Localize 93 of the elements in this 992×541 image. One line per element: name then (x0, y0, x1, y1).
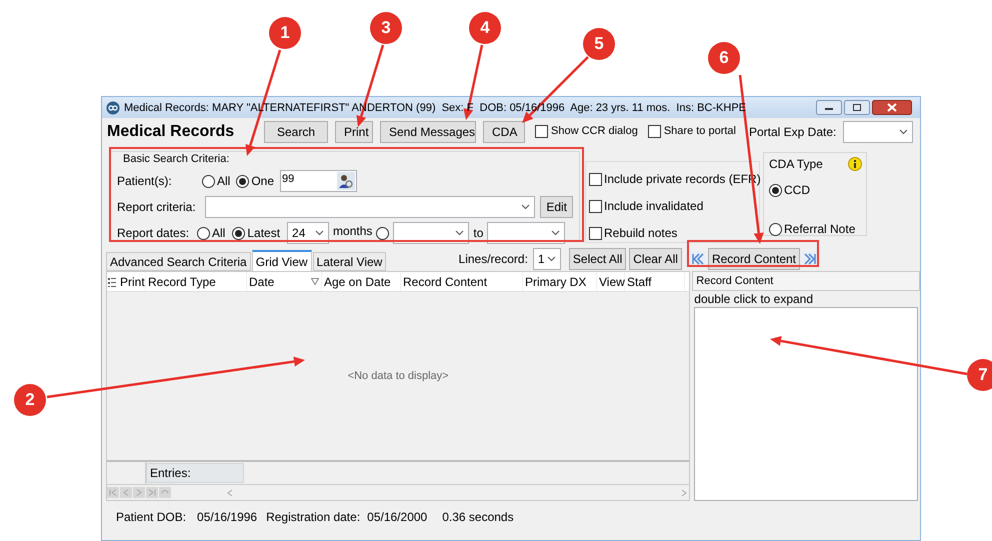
status-text: Registration date: (266, 509, 360, 525)
radio-label: Referral Note (784, 221, 856, 238)
hint-text: double click to expand (693, 291, 814, 307)
field-label: Portal Exp Date: (748, 124, 836, 140)
callout-number: 7 (967, 359, 992, 391)
radio-button[interactable] (202, 174, 215, 188)
column-header[interactable]: Date (247, 272, 322, 291)
refresh-icon (159, 487, 171, 498)
radio-label: All (212, 225, 226, 242)
checkbox[interactable] (589, 200, 602, 212)
chevron-down-icon (546, 256, 556, 262)
close-icon (872, 100, 912, 115)
group-title: Basic Search Criteria: (122, 153, 230, 166)
radio-button[interactable] (197, 226, 210, 240)
button[interactable]: CDA (483, 120, 525, 142)
column-header[interactable]: View (597, 272, 625, 291)
empty-message: <No data to display> (348, 368, 449, 384)
field-label: Patient(s): (117, 173, 173, 190)
first-page-icon (107, 487, 119, 498)
chevron-down-icon (455, 230, 464, 236)
tab[interactable]: Advanced Search Criteria (106, 252, 251, 271)
scroll-right-icon (681, 488, 688, 496)
callout-number: 2 (14, 384, 46, 416)
radio-button[interactable] (232, 226, 246, 240)
radio-button[interactable] (769, 222, 782, 236)
column-header[interactable]: Record Type (146, 272, 247, 291)
minimize-icon (816, 100, 842, 115)
app-logo-icon (106, 100, 120, 114)
tab[interactable]: Grid View (252, 250, 312, 271)
checkbox-label: Share to portal (664, 124, 736, 140)
restore-icon (844, 100, 870, 115)
summary-cell: Entries: (146, 463, 244, 483)
field-label: Lines/record: (458, 251, 528, 268)
checkbox[interactable] (589, 226, 602, 240)
column-header[interactable]: Record Content (401, 272, 523, 291)
button[interactable]: Clear All (629, 248, 682, 270)
radio-button[interactable] (769, 184, 782, 196)
column-header[interactable]: Print (118, 272, 146, 291)
column-chooser-icon (108, 276, 116, 286)
button[interactable]: Send Messages (380, 120, 476, 142)
patient-search-icon (337, 172, 356, 190)
checkbox-label: Rebuild notes (604, 225, 678, 242)
checkbox[interactable] (648, 125, 661, 138)
callout-number: 1 (269, 17, 301, 49)
column-header[interactable]: Primary DX (523, 272, 597, 291)
chevron-down-icon (551, 230, 560, 236)
sort-icon (311, 278, 319, 285)
chevron-down-icon (521, 204, 530, 210)
column-header[interactable]: Staff (625, 272, 685, 291)
field-label: to (473, 225, 484, 242)
info-icon (848, 157, 862, 171)
callout-number: 4 (469, 12, 501, 44)
input-field[interactable]: 99 (280, 170, 358, 192)
radio-label: Latest (247, 225, 280, 242)
scroll-left-icon (227, 488, 233, 496)
next-page-icon (133, 487, 145, 498)
status-text: 0.36 seconds (442, 509, 514, 525)
button[interactable]: Select All (568, 248, 626, 270)
dropdown[interactable]: 24 (287, 222, 330, 244)
column-header[interactable]: Age on Date (322, 272, 401, 291)
chevron-down-icon (899, 128, 908, 134)
button[interactable]: Search (264, 120, 328, 142)
radio-button[interactable] (236, 174, 250, 188)
field-label: months (333, 223, 372, 240)
page-title: Medical Records (107, 122, 236, 142)
checkbox[interactable] (535, 125, 548, 138)
dropdown[interactable]: 1 (532, 248, 561, 270)
last-page-icon (146, 487, 158, 498)
status-text: 05/16/2000 (367, 509, 428, 525)
field-label: Report criteria: (117, 199, 197, 216)
chevron-down-icon (315, 230, 324, 236)
tab[interactable]: Lateral View (312, 252, 386, 271)
button[interactable]: Print (335, 120, 373, 142)
dropdown[interactable] (393, 222, 470, 244)
field-label: Report dates: (117, 225, 190, 242)
checkbox[interactable] (589, 172, 602, 186)
callout-number: 6 (708, 42, 740, 74)
group-title: CDA Type (769, 157, 823, 171)
status-text: 05/16/1996 (197, 509, 258, 525)
button[interactable]: Record Content (708, 248, 800, 270)
callout-number: 3 (370, 12, 402, 44)
radio-button[interactable] (376, 226, 390, 240)
previous-page-icon (120, 487, 132, 498)
callout-number: 5 (583, 28, 615, 60)
radio-label: CCD (784, 182, 810, 199)
status-text: Patient DOB: (116, 509, 186, 525)
panel-header: Record Content (692, 271, 920, 291)
radio-label: All (217, 173, 230, 190)
dropdown[interactable] (487, 222, 566, 244)
checkbox-label: Show CCR dialog (551, 124, 638, 140)
radio-label: One (251, 173, 274, 190)
button[interactable]: Edit (540, 196, 573, 218)
checkbox-label: Include invalidated (604, 198, 704, 215)
